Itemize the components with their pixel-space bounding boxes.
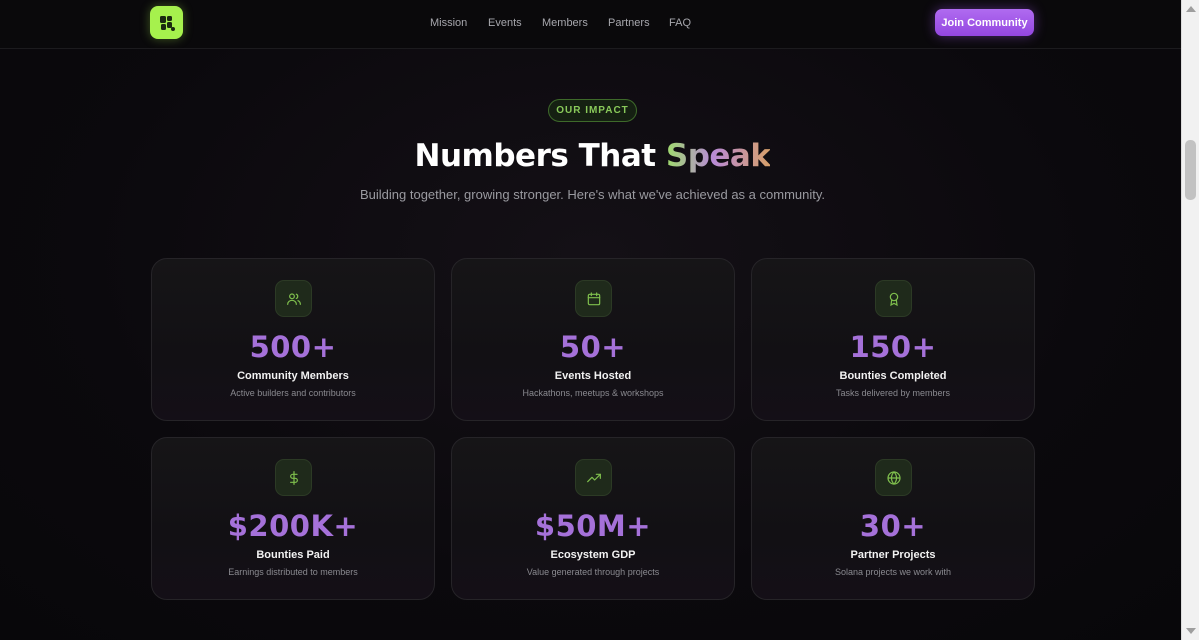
stat-value: $50M+ [534,509,652,543]
stat-description: Hackathons, meetups & workshops [522,388,664,398]
vertical-scrollbar[interactable] [1181,0,1199,640]
nav-link-mission[interactable]: Mission [430,17,467,29]
trending-up-icon [575,459,612,496]
scroll-down-arrow-icon[interactable] [1186,628,1196,634]
stat-value: 50+ [559,330,627,364]
calendar-icon [575,280,612,317]
section-title: Numbers That Speak [0,138,1181,174]
nav-link-partners[interactable]: Partners [608,17,650,29]
title-main: Numbers That [414,138,657,174]
stat-description: Solana projects we work with [834,567,952,577]
join-community-button[interactable]: Join Community [935,9,1034,36]
dollar-icon [275,459,312,496]
globe-icon [875,459,912,496]
scroll-up-arrow-icon[interactable] [1186,6,1196,12]
stat-description: Value generated through projects [526,567,660,577]
stat-card-members: 500+ Community Members Active builders a… [151,258,435,421]
stat-label: Community Members [237,370,349,382]
stat-description: Earnings distributed to members [228,567,358,577]
section-subtitle: Building together, growing stronger. Her… [359,187,826,202]
stat-value: $200K+ [227,509,359,543]
stat-value: 500+ [249,330,337,364]
stat-description: Tasks delivered by members [835,388,951,398]
stat-description: Active builders and contributors [230,388,356,398]
stat-label: Events Hosted [554,370,632,382]
nav-link-members[interactable]: Members [542,17,588,29]
nav-link-faq[interactable]: FAQ [669,17,691,29]
stat-card-events: 50+ Events Hosted Hackathons, meetups & … [451,258,735,421]
stat-label: Partner Projects [850,549,936,561]
nav-link-events[interactable]: Events [488,17,522,29]
scrollbar-thumb[interactable] [1185,140,1196,200]
stat-card-bounties-completed: 150+ Bounties Completed Tasks delivered … [751,258,1035,421]
award-icon [875,280,912,317]
stat-card-bounties-paid: $200K+ Bounties Paid Earnings distribute… [151,437,435,600]
stat-label: Bounties Paid [256,549,330,561]
title-accent: Speak [665,138,771,174]
navbar: Mission Events Members Partners FAQ Join… [0,0,1181,49]
page: Mission Events Members Partners FAQ Join… [0,0,1181,640]
stat-label: Ecosystem GDP [550,549,636,561]
users-icon [275,280,312,317]
logo[interactable] [150,6,183,39]
logo-icon [159,15,175,31]
stat-value: 30+ [859,509,927,543]
section-badge: OUR IMPACT [548,99,637,122]
stat-value: 150+ [849,330,937,364]
stat-card-partner-projects: 30+ Partner Projects Solana projects we … [751,437,1035,600]
stat-label: Bounties Completed [839,370,947,382]
stat-card-ecosystem-gdp: $50M+ Ecosystem GDP Value generated thro… [451,437,735,600]
